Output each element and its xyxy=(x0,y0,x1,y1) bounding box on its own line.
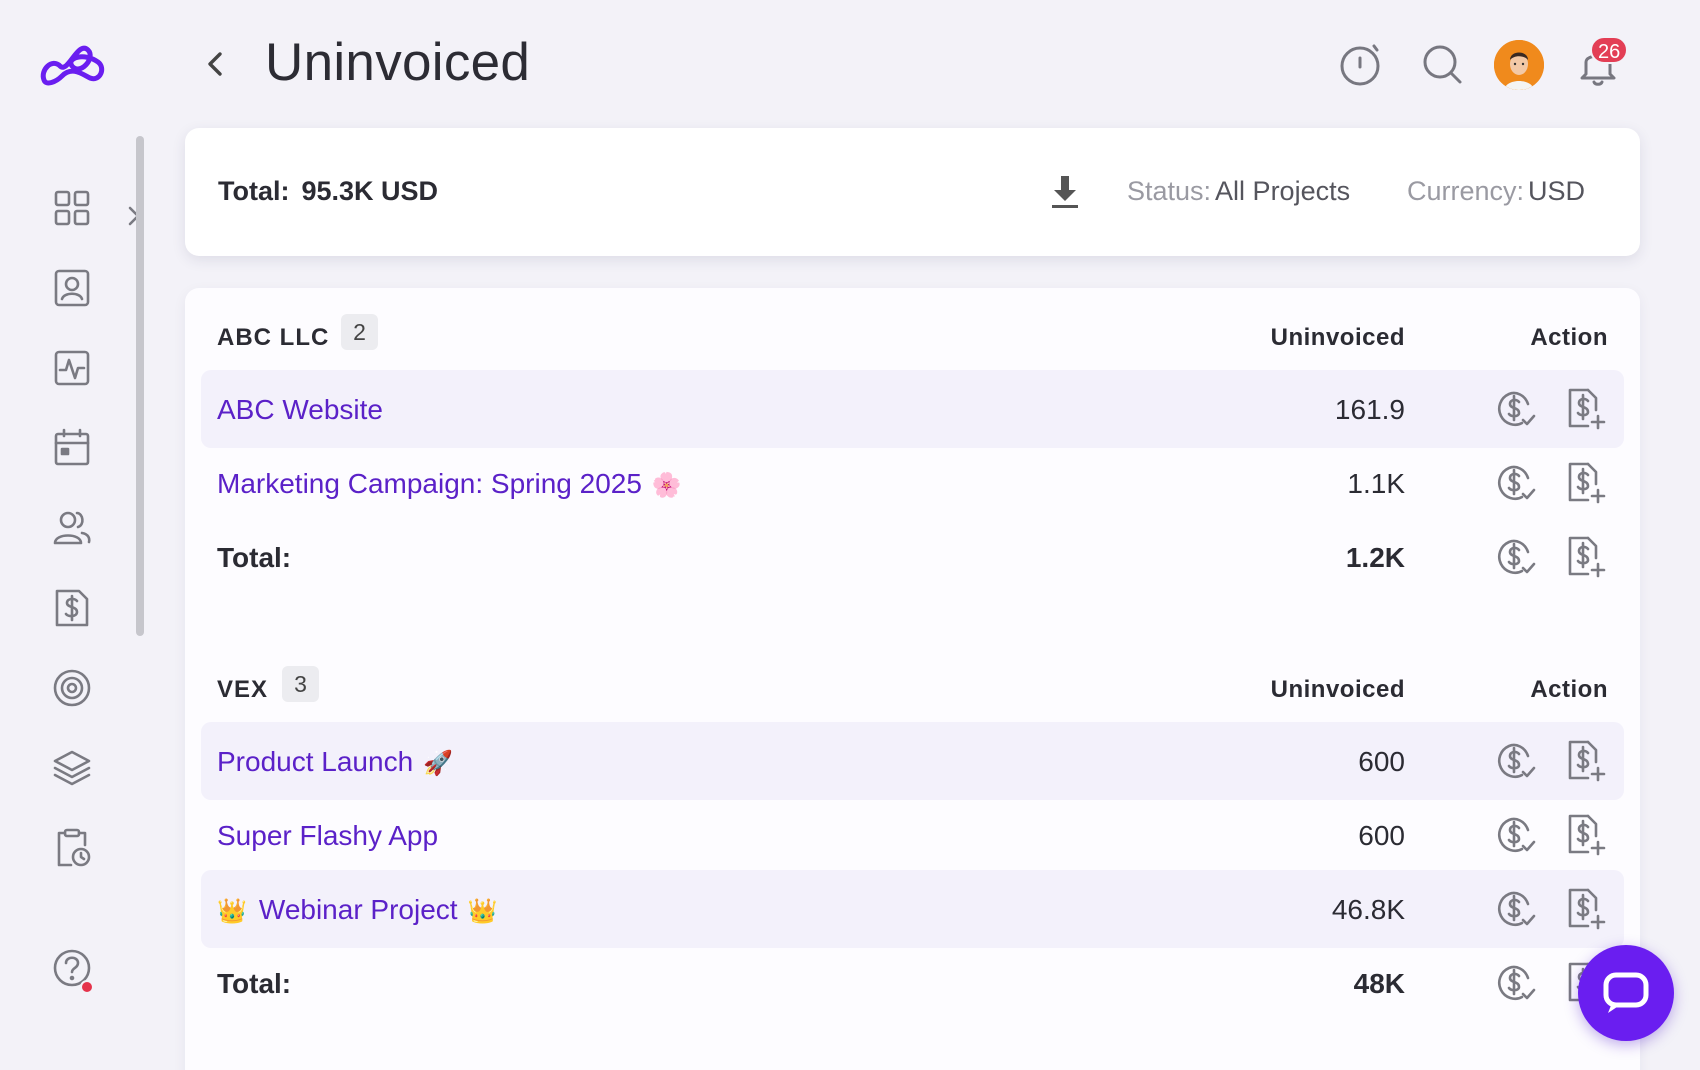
project-name[interactable]: ABC Website xyxy=(217,394,383,425)
project-link[interactable]: Product Launch 🚀 xyxy=(217,746,453,778)
sidebar-scrollbar[interactable] xyxy=(136,136,144,636)
table-row: Super Flashy App 600 xyxy=(201,796,1624,874)
client-name: ABC LLC xyxy=(217,324,330,351)
summary-card: Total: 95.3K USD Status: All Projects Curr… xyxy=(185,128,1640,256)
chat-button[interactable] xyxy=(1578,945,1674,1041)
column-header-uninvoiced: Uninvoiced xyxy=(1270,676,1405,703)
group-total-amount: 1.2K xyxy=(1345,542,1405,573)
project-name[interactable]: Webinar Project xyxy=(259,894,458,925)
project-emoji: 🌸 xyxy=(651,472,682,499)
status-filter-label: Status: xyxy=(1127,176,1212,206)
project-link[interactable]: Marketing Campaign: Spring 2025 🌸 xyxy=(217,468,682,500)
column-header-action: Action xyxy=(1530,324,1608,351)
project-name[interactable]: Marketing Campaign: Spring 2025 xyxy=(217,468,642,499)
client-group-header: VEX 3 Uninvoiced Action xyxy=(185,664,1640,712)
group-total-label: Total: xyxy=(217,968,292,999)
mark-paid-icon[interactable] xyxy=(1492,960,1538,1006)
team-icon[interactable] xyxy=(50,506,94,550)
download-icon[interactable] xyxy=(1045,172,1085,212)
back-chevron-icon[interactable] xyxy=(202,46,230,82)
mark-paid-icon[interactable] xyxy=(1492,386,1538,432)
group-total-row: Total: 48K xyxy=(201,944,1624,1022)
currency-filter-label: Currency: xyxy=(1407,176,1525,206)
group-total-amount: 48K xyxy=(1353,968,1405,999)
avatar[interactable] xyxy=(1494,40,1544,90)
status-filter-value: All Projects xyxy=(1215,176,1351,206)
table-row: Product Launch 🚀 600 xyxy=(201,722,1624,800)
target-icon[interactable] xyxy=(50,666,94,710)
uninvoiced-amount: 161.9 xyxy=(1334,394,1405,425)
status-filter[interactable]: Status: All Projects xyxy=(1127,176,1350,207)
summary-total-value: 95.3K USD xyxy=(301,176,439,206)
create-invoice-icon[interactable] xyxy=(1562,738,1608,784)
client-name: VEX xyxy=(217,676,269,703)
mark-paid-icon[interactable] xyxy=(1492,812,1538,858)
currency-filter[interactable]: Currency: USD xyxy=(1407,176,1585,207)
create-invoice-icon[interactable] xyxy=(1562,460,1608,506)
project-emoji: 👑 xyxy=(217,898,247,925)
uninvoiced-amount: 46.8K xyxy=(1331,894,1405,925)
summary-total-label: Total: xyxy=(218,176,290,206)
page-title: Uninvoiced xyxy=(265,33,531,92)
column-header-action: Action xyxy=(1530,676,1608,703)
group-total-row: Total: 1.2K xyxy=(201,518,1624,596)
project-name[interactable]: Product Launch xyxy=(217,746,413,777)
create-invoice-icon[interactable] xyxy=(1562,534,1608,580)
table-row: 👑 Webinar Project 👑 46.8K xyxy=(201,870,1624,948)
create-invoice-icon[interactable] xyxy=(1562,886,1608,932)
project-link[interactable]: 👑 Webinar Project 👑 xyxy=(217,894,497,926)
chat-bubble-icon xyxy=(1603,972,1649,1013)
project-name[interactable]: Super Flashy App xyxy=(217,820,438,851)
dashboard-grid-icon[interactable] xyxy=(50,186,94,230)
mark-paid-icon[interactable] xyxy=(1492,460,1538,506)
summary-total: Total: 95.3K USD xyxy=(218,176,438,207)
timesheet-icon[interactable] xyxy=(50,826,94,870)
search-icon[interactable] xyxy=(1418,40,1466,88)
sidebar xyxy=(0,0,152,1070)
group-total-label: Total: xyxy=(217,542,292,573)
help-notification-dot xyxy=(80,980,94,994)
uninvoiced-table-card: ABC LLC 2 Uninvoiced Action ABC Website … xyxy=(185,288,1640,1070)
app-logo[interactable] xyxy=(38,36,108,88)
mark-paid-icon[interactable] xyxy=(1492,738,1538,784)
project-link[interactable]: Super Flashy App xyxy=(217,820,438,852)
project-count-badge: 3 xyxy=(282,666,319,702)
calendar-icon[interactable] xyxy=(50,426,94,470)
create-invoice-icon[interactable] xyxy=(1562,386,1608,432)
project-link[interactable]: ABC Website xyxy=(217,394,383,426)
layers-icon[interactable] xyxy=(50,746,94,790)
project-emoji: 🚀 xyxy=(423,750,454,777)
project-count-badge: 2 xyxy=(341,314,378,350)
uninvoiced-amount: 600 xyxy=(1358,820,1405,851)
client-group-header: ABC LLC 2 Uninvoiced Action xyxy=(185,312,1640,360)
invoice-dollar-icon[interactable] xyxy=(50,586,94,630)
column-header-uninvoiced: Uninvoiced xyxy=(1270,324,1405,351)
mark-paid-icon[interactable] xyxy=(1492,534,1538,580)
notification-count-badge: 26 xyxy=(1590,36,1629,64)
timer-icon[interactable] xyxy=(1336,40,1384,88)
project-emoji: 👑 xyxy=(467,898,498,925)
currency-filter-value: USD xyxy=(1528,176,1586,206)
uninvoiced-amount: 1.1K xyxy=(1347,468,1405,499)
uninvoiced-amount: 600 xyxy=(1358,746,1405,777)
mark-paid-icon[interactable] xyxy=(1492,886,1538,932)
table-row: Marketing Campaign: Spring 2025 🌸 1.1K xyxy=(201,444,1624,522)
contacts-icon[interactable] xyxy=(50,266,94,310)
create-invoice-icon[interactable] xyxy=(1562,812,1608,858)
table-row: ABC Website 161.9 xyxy=(201,370,1624,448)
activity-icon[interactable] xyxy=(50,346,94,390)
